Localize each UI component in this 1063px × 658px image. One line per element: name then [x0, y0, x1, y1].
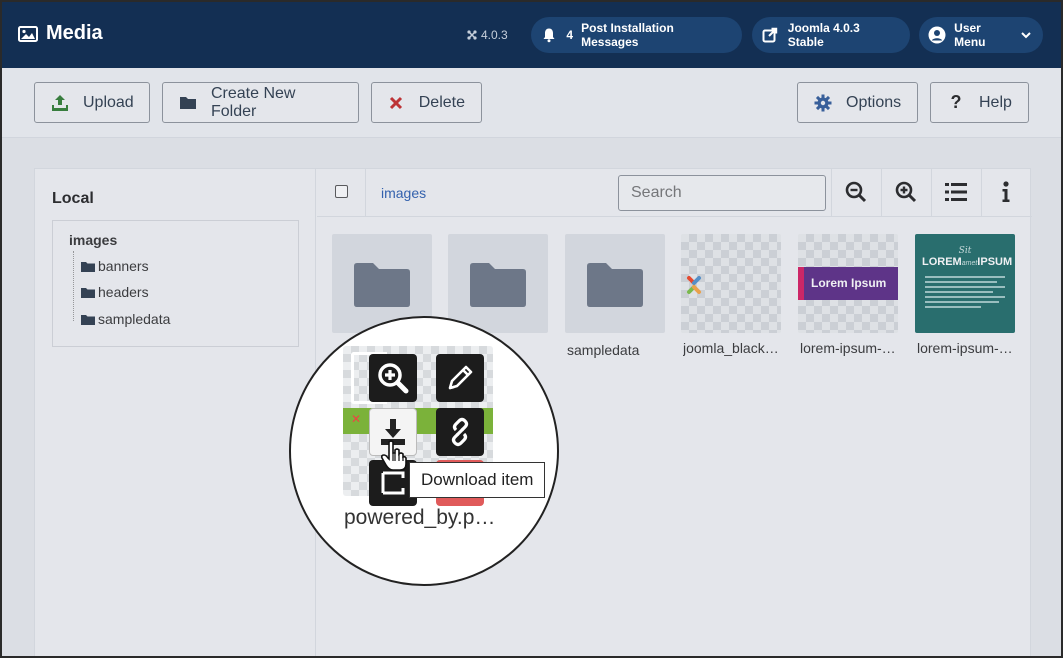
- zoom-out-icon[interactable]: [843, 179, 869, 205]
- image-tile-lorem-ipsum-poster[interactable]: Sit LOREM amet IPSUM: [915, 234, 1015, 333]
- tree-item-label: sampledata: [98, 311, 171, 327]
- options-label: Options: [846, 93, 902, 111]
- tree-item-sampledata[interactable]: sampledata: [81, 311, 170, 327]
- folder-icon: [179, 94, 197, 112]
- folder-icon: [81, 287, 95, 298]
- download-tooltip: Download item: [409, 462, 546, 498]
- tile-label: sampledata: [567, 342, 640, 358]
- edit-button[interactable]: [436, 354, 484, 402]
- tile-label: lorem-ipsum-…: [917, 340, 1013, 356]
- divider: [365, 169, 366, 217]
- external-link-icon: [760, 25, 780, 45]
- tree-connector: [73, 251, 74, 321]
- folder-icon: [354, 263, 410, 307]
- user-menu-button[interactable]: User Menu: [919, 17, 1043, 53]
- info-icon[interactable]: [993, 179, 1019, 205]
- upload-label: Upload: [83, 93, 134, 111]
- list-view-icon[interactable]: [943, 179, 969, 205]
- search-input[interactable]: [618, 175, 826, 211]
- browser-toolbar: images: [317, 169, 1032, 217]
- zoom-in-icon: [378, 363, 409, 394]
- magnifier-callout: ✕ Download item powered_by.p…: [289, 316, 559, 586]
- options-button[interactable]: Options: [797, 82, 918, 123]
- version-text: 4.0.3: [481, 28, 508, 42]
- divider: [981, 169, 982, 217]
- notification-count: 4: [566, 28, 574, 42]
- folder-tree-panel: Local images banners headers sampledata: [35, 169, 316, 656]
- gear-icon: [814, 94, 832, 112]
- tree-item-headers[interactable]: headers: [81, 284, 149, 300]
- upload-icon: [51, 94, 69, 112]
- user-icon: [927, 25, 946, 45]
- create-folder-button[interactable]: Create New Folder: [162, 82, 359, 123]
- page-title: Media: [46, 22, 103, 44]
- preview-button[interactable]: [369, 354, 417, 402]
- folder-icon: [470, 263, 526, 307]
- post-install-label: Post Installation Messages: [581, 21, 674, 49]
- tree-root-images[interactable]: images: [69, 232, 117, 248]
- image-tile-joomla-black[interactable]: [681, 234, 781, 333]
- toolbar: Upload Create New Folder Delete Options …: [2, 68, 1061, 138]
- select-all-checkbox[interactable]: [335, 185, 348, 198]
- joomla-site-button[interactable]: Joomla 4.0.3 Stable: [752, 17, 910, 53]
- help-label: Help: [979, 93, 1012, 111]
- copy-link-button[interactable]: [436, 408, 484, 456]
- poster-script: Sit: [958, 246, 972, 256]
- app-frame: Media 4.0.3 4 Post Installation Messages…: [0, 0, 1063, 658]
- tile-label: joomla_black…: [683, 340, 779, 356]
- delete-label: Delete: [418, 93, 465, 111]
- question-icon: ?: [950, 92, 962, 112]
- folder-icon: [81, 261, 95, 272]
- magnified-file-label: powered_by.p…: [344, 506, 496, 529]
- joomla-version-label: Joomla 4.0.3 Stable: [787, 21, 860, 49]
- zoom-in-icon[interactable]: [893, 179, 919, 205]
- divider: [881, 169, 882, 217]
- joomla-mark: ✕: [351, 412, 362, 426]
- delete-button[interactable]: Delete: [371, 82, 482, 123]
- banner-image: Lorem Ipsum: [798, 267, 898, 300]
- user-menu-label: User Menu: [954, 21, 986, 49]
- poster-lorem: LOREM: [922, 256, 962, 268]
- folder-icon: [81, 314, 95, 325]
- folder-tree: images banners headers sampledata: [52, 220, 299, 347]
- image-tile-lorem-ipsum-banner[interactable]: Lorem Ipsum: [798, 234, 898, 333]
- breadcrumb[interactable]: images: [381, 185, 426, 201]
- image-icon: [18, 26, 38, 42]
- tile-label: lorem-ipsum-…: [800, 340, 896, 356]
- poster-amet: amet: [961, 260, 978, 267]
- banner-text: Lorem Ipsum: [811, 276, 887, 290]
- divider: [831, 169, 832, 217]
- help-button[interactable]: ? Help: [930, 82, 1029, 123]
- link-icon: [451, 417, 469, 447]
- banner-accent: [798, 267, 804, 300]
- folder-tile-sampledata[interactable]: [565, 234, 665, 333]
- version-info: 4.0.3: [466, 28, 508, 42]
- poster-ipsum: IPSUM: [977, 256, 1013, 268]
- tree-item-label: banners: [98, 258, 149, 274]
- poster-text-lines: [925, 276, 1005, 311]
- close-icon: [388, 94, 405, 112]
- header-bar: Media 4.0.3 4 Post Installation Messages…: [2, 2, 1061, 68]
- poster-title: LOREM amet IPSUM: [922, 256, 1012, 268]
- folder-tile[interactable]: [448, 234, 548, 333]
- joomla-logo-icon: [687, 276, 701, 294]
- joomla-icon: [467, 30, 477, 40]
- divider: [931, 169, 932, 217]
- tree-item-label: headers: [98, 284, 149, 300]
- hand-cursor-icon: [381, 440, 407, 471]
- post-install-messages-button[interactable]: 4 Post Installation Messages: [531, 17, 742, 53]
- chevron-down-icon: [1021, 28, 1031, 42]
- upload-button[interactable]: Upload: [34, 82, 150, 123]
- rename-icon: [381, 471, 405, 495]
- bell-icon: [539, 25, 558, 45]
- create-folder-label: Create New Folder: [211, 84, 296, 120]
- pencil-icon: [448, 365, 473, 390]
- folder-icon: [587, 263, 643, 307]
- tree-item-banners[interactable]: banners: [81, 258, 149, 274]
- local-heading: Local: [52, 190, 94, 207]
